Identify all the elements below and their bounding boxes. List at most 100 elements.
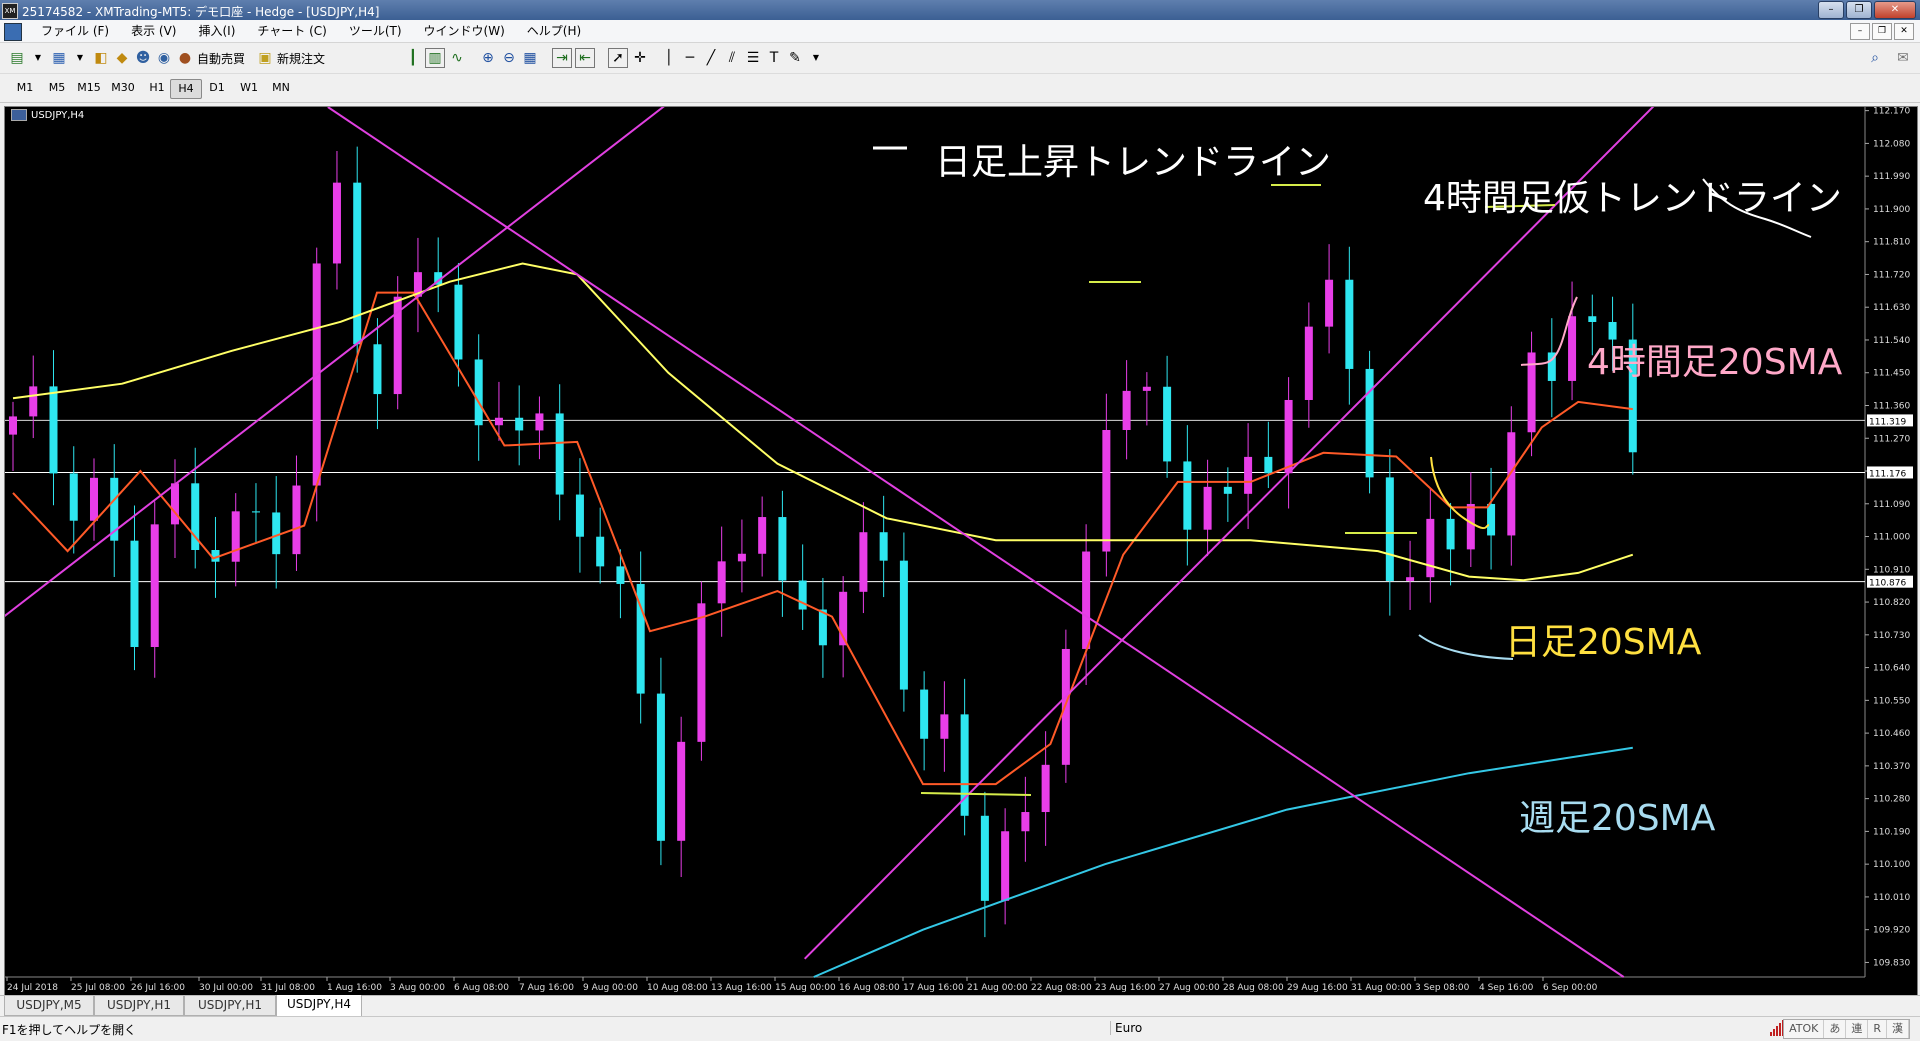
shapes-icon[interactable]: ✎ — [786, 49, 804, 67]
mdi-minimize-button[interactable]: – — [1850, 23, 1870, 40]
timeframe-h4[interactable]: H4 — [170, 79, 202, 99]
annotation-4h-sma: 4時間足20SMA — [1587, 342, 1843, 383]
y-tick-label: 110.370 — [1873, 762, 1910, 772]
candle-body — [1406, 577, 1415, 581]
search-icon[interactable]: ⌕ — [1866, 49, 1884, 67]
ime-item[interactable]: 連 — [1846, 1020, 1869, 1038]
x-tick-label: 27 Aug 00:00 — [1159, 983, 1220, 993]
timeframe-m1[interactable]: M1 — [10, 79, 40, 97]
candle-body — [89, 477, 98, 521]
candle-body — [1466, 503, 1475, 550]
y-tick-label: 111.450 — [1873, 369, 1910, 379]
chart-tab[interactable]: USDJPY,M5 — [4, 996, 94, 1016]
x-tick-label: 31 Aug 00:00 — [1351, 983, 1412, 993]
candle-body — [1142, 386, 1151, 391]
menu-item-5[interactable]: ウインドウ(W) — [413, 23, 516, 39]
y-tick-label: 111.000 — [1873, 533, 1910, 543]
menu-item-2[interactable]: 挿入(I) — [187, 23, 246, 39]
ime-item[interactable]: R — [1868, 1020, 1887, 1038]
tile-windows-icon[interactable]: ▦ — [521, 49, 539, 67]
x-tick-label: 16 Aug 08:00 — [839, 983, 900, 993]
chart-tab[interactable]: USDJPY,H1 — [184, 996, 276, 1016]
chat-icon[interactable]: ✉ — [1894, 49, 1912, 67]
line-chart-icon[interactable]: ∿ — [448, 49, 466, 67]
menu-item-3[interactable]: チャート (C) — [246, 23, 337, 39]
ime-item[interactable]: ATOK — [1784, 1020, 1825, 1038]
market-watch-icon[interactable]: ◧ — [92, 49, 110, 67]
mdi-close-button[interactable]: ✕ — [1894, 23, 1914, 40]
candle-body — [596, 536, 605, 567]
new-chart-icon[interactable]: ▤ — [8, 49, 26, 67]
timeframe-m5[interactable]: M5 — [42, 79, 72, 97]
channel-icon[interactable]: ⫽ — [723, 49, 741, 67]
candle-body — [1365, 368, 1374, 478]
terminal-icon[interactable]: ☻ — [134, 49, 152, 67]
timeframe-w1[interactable]: W1 — [234, 79, 264, 97]
close-button[interactable]: ✕ — [1874, 1, 1916, 19]
menu-item-1[interactable]: 表示 (V) — [120, 23, 187, 39]
chart-window[interactable]: 112.170 112.080 111.990 111.900 111.810 111.7… — [4, 106, 1918, 996]
cursor-icon[interactable]: ➚ — [608, 48, 628, 68]
crosshair-icon[interactable]: ✛ — [631, 49, 649, 67]
x-tick-label: 17 Aug 16:00 — [903, 983, 964, 993]
signals-icon[interactable]: ◉ — [155, 49, 173, 67]
chart-tabs: USDJPY,M5 USDJPY,H1 USDJPY,H1 USDJPY,H4 — [0, 995, 1920, 1018]
mdi-restore-button[interactable]: ❐ — [1872, 23, 1892, 40]
timeframe-mn[interactable]: MN — [266, 79, 296, 97]
chart-window-icon[interactable] — [4, 23, 22, 41]
fibonacci-icon[interactable]: ☰ — [744, 49, 762, 67]
price-level-label: 111.176 — [1869, 469, 1906, 479]
candle-body — [899, 560, 908, 690]
chart-tab[interactable]: USDJPY,H4 — [276, 995, 362, 1018]
x-tick-label: 15 Aug 00:00 — [775, 983, 836, 993]
chart-tab[interactable]: USDJPY,H1 — [94, 996, 184, 1016]
candle-body — [575, 494, 584, 537]
bar-chart-icon[interactable]: ┃ — [404, 49, 422, 67]
maximize-button[interactable]: ❐ — [1846, 1, 1872, 19]
ime-item[interactable]: 漢 — [1887, 1020, 1909, 1038]
profiles-icon[interactable]: ▦ — [50, 49, 68, 67]
chart-shift-icon[interactable]: ⇤ — [575, 48, 595, 68]
chart-icon — [11, 109, 27, 121]
zoom-out-icon[interactable]: ⊖ — [500, 49, 518, 67]
x-tick-label: 30 Jul 00:00 — [199, 983, 253, 993]
timeframe-d1[interactable]: D1 — [202, 79, 232, 97]
dropdown-icon[interactable]: ▼ — [807, 49, 825, 67]
zoom-in-icon[interactable]: ⊕ — [479, 49, 497, 67]
minimize-button[interactable]: – — [1818, 1, 1844, 19]
auto-scroll-icon[interactable]: ⇥ — [552, 48, 572, 68]
status-profile[interactable]: Euro — [1110, 1021, 1142, 1035]
ime-toolbar[interactable]: ATOK あ連 R 漢 — [1783, 1019, 1910, 1039]
dropdown-icon[interactable]: ▼ — [71, 49, 89, 67]
menu-item-4[interactable]: ツール(T) — [338, 23, 413, 39]
dropdown-icon[interactable]: ▼ — [29, 49, 47, 67]
annotation-stroke — [1418, 634, 1514, 660]
menu-item-6[interactable]: ヘルプ(H) — [516, 23, 592, 39]
auto-trade-icon[interactable]: ● — [176, 49, 194, 67]
menu-item-0[interactable]: ファイル (F) — [30, 23, 120, 39]
new-order-button[interactable]: 新規注文 — [277, 50, 325, 67]
auto-trade-button[interactable]: 自動売買 — [197, 50, 245, 67]
timeframe-h1[interactable]: H1 — [142, 79, 172, 97]
candlestick-icon[interactable]: ▥ — [425, 48, 445, 68]
text-icon[interactable]: T — [765, 49, 783, 67]
candle-body — [1284, 399, 1293, 474]
vertical-line-icon[interactable]: │ — [660, 49, 678, 67]
price-chart[interactable]: 112.170 112.080 111.990 111.900 111.810 111.7… — [5, 107, 1917, 995]
timeframe-m15[interactable]: M15 — [74, 79, 104, 97]
candle-body — [332, 182, 341, 264]
navigator-icon[interactable]: ◆ — [113, 49, 131, 67]
candle-body — [1446, 518, 1455, 550]
y-tick-label: 110.730 — [1873, 631, 1910, 641]
x-tick-label: 31 Jul 08:00 — [261, 983, 315, 993]
candle-body — [49, 386, 58, 474]
title-bar: XM 25174582 - XMTrading-MT5: デモ口座 - Hedg… — [0, 0, 1920, 20]
horizontal-line-icon[interactable]: ─ — [681, 49, 699, 67]
new-order-icon[interactable]: ▣ — [256, 49, 274, 67]
timeframe-m30[interactable]: M30 — [108, 79, 138, 97]
trend-line-icon[interactable]: ╱ — [702, 49, 720, 67]
candle-body — [1568, 316, 1577, 381]
candle-body — [272, 512, 281, 555]
ime-item[interactable]: あ — [1824, 1020, 1847, 1038]
candle-body — [1325, 279, 1334, 327]
